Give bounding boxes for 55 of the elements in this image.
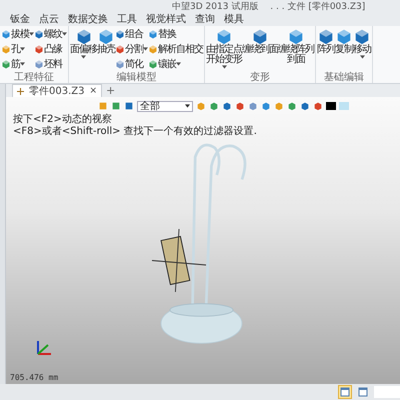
ribbon-button[interactable]: 复制 bbox=[335, 26, 353, 72]
new-tab-button[interactable]: + bbox=[106, 85, 116, 97]
ribbon-button[interactable]: 移动 bbox=[353, 26, 371, 72]
group-label: 工程特征 bbox=[13, 72, 55, 83]
group-label: 编辑模型 bbox=[116, 72, 158, 83]
status-button[interactable] bbox=[356, 385, 370, 399]
ribbon-button[interactable]: 由指定点开始变形 bbox=[206, 26, 242, 72]
ribbon-button[interactable]: 缠绕到面 bbox=[242, 26, 278, 72]
ribbon-button[interactable]: 拔模 bbox=[1, 26, 34, 41]
document-title: . . . 文件 [零件003.Z3] bbox=[270, 0, 366, 12]
document-tab[interactable]: 零件003.Z3 × bbox=[12, 84, 102, 97]
ribbon-button[interactable]: 简化 bbox=[115, 57, 148, 72]
ribbon-button[interactable]: 组合 bbox=[115, 26, 148, 41]
block-icon bbox=[148, 28, 158, 39]
coordinate-readout: 705.476 mm bbox=[10, 373, 58, 382]
menu-item[interactable]: 点云 bbox=[39, 12, 59, 26]
group-label: 变形 bbox=[249, 72, 271, 83]
group-label: 基础编辑 bbox=[323, 72, 365, 83]
crosshair-icon bbox=[17, 88, 24, 94]
color-swatch[interactable] bbox=[326, 102, 336, 110]
menu-item[interactable]: 视觉样式 bbox=[146, 12, 186, 26]
hint-text: <F8>或者<Shift-roll> 查找下一个有效的过滤器设置. bbox=[13, 126, 258, 138]
window-title: 中望3D 2013 试用版 bbox=[172, 0, 258, 12]
axis-triad-icon bbox=[34, 338, 54, 358]
ribbon-button[interactable]: 抽壳 bbox=[97, 26, 115, 72]
caret-icon bbox=[185, 104, 190, 108]
ribbon-button[interactable]: 坯料 bbox=[34, 57, 67, 72]
menu-item[interactable]: 查询 bbox=[195, 12, 215, 26]
status-button[interactable] bbox=[338, 385, 352, 399]
menu-item[interactable]: 模具 bbox=[224, 12, 244, 26]
block-icon bbox=[34, 44, 44, 54]
ribbon-button[interactable]: 孔 bbox=[1, 42, 34, 56]
ribbon-button[interactable]: 筋 bbox=[1, 57, 34, 72]
ribbon-button[interactable]: 凸缘 bbox=[34, 42, 67, 56]
filter-dropdown[interactable]: 全部 bbox=[137, 100, 193, 112]
block-icon bbox=[148, 44, 158, 54]
menu-item[interactable]: 钣金 bbox=[10, 12, 30, 26]
block-icon bbox=[115, 59, 125, 70]
ribbon-button[interactable]: 镶嵌 bbox=[148, 57, 203, 72]
ribbon-button[interactable]: 解析自相交 bbox=[148, 42, 203, 56]
color-swatch[interactable] bbox=[339, 102, 349, 110]
ribbon-button[interactable]: 阵列 bbox=[317, 26, 335, 72]
ribbon-button[interactable]: 缠绕阵列到面 bbox=[278, 26, 314, 72]
block-icon bbox=[34, 59, 44, 70]
ribbon-button[interactable]: 螺纹 bbox=[34, 26, 67, 41]
status-field[interactable] bbox=[374, 386, 400, 398]
ribbon-button[interactable]: 面偏移 bbox=[70, 26, 97, 72]
viewport[interactable]: 全部 按下<F2>动态的视察 <F8>或者<Shift-roll> 查找下一个有效的过滤器设置. 705.476 mm bbox=[6, 97, 400, 384]
block-icon bbox=[34, 28, 44, 39]
ribbon-button[interactable]: 替换 bbox=[148, 26, 203, 41]
menu-item[interactable]: 数据交换 bbox=[68, 12, 108, 26]
hint-text: 按下<F2>动态的视察 bbox=[13, 114, 113, 126]
block-icon bbox=[148, 59, 158, 70]
ribbon-button[interactable]: 分割 bbox=[115, 42, 148, 56]
menu-item[interactable]: 工具 bbox=[117, 12, 137, 26]
